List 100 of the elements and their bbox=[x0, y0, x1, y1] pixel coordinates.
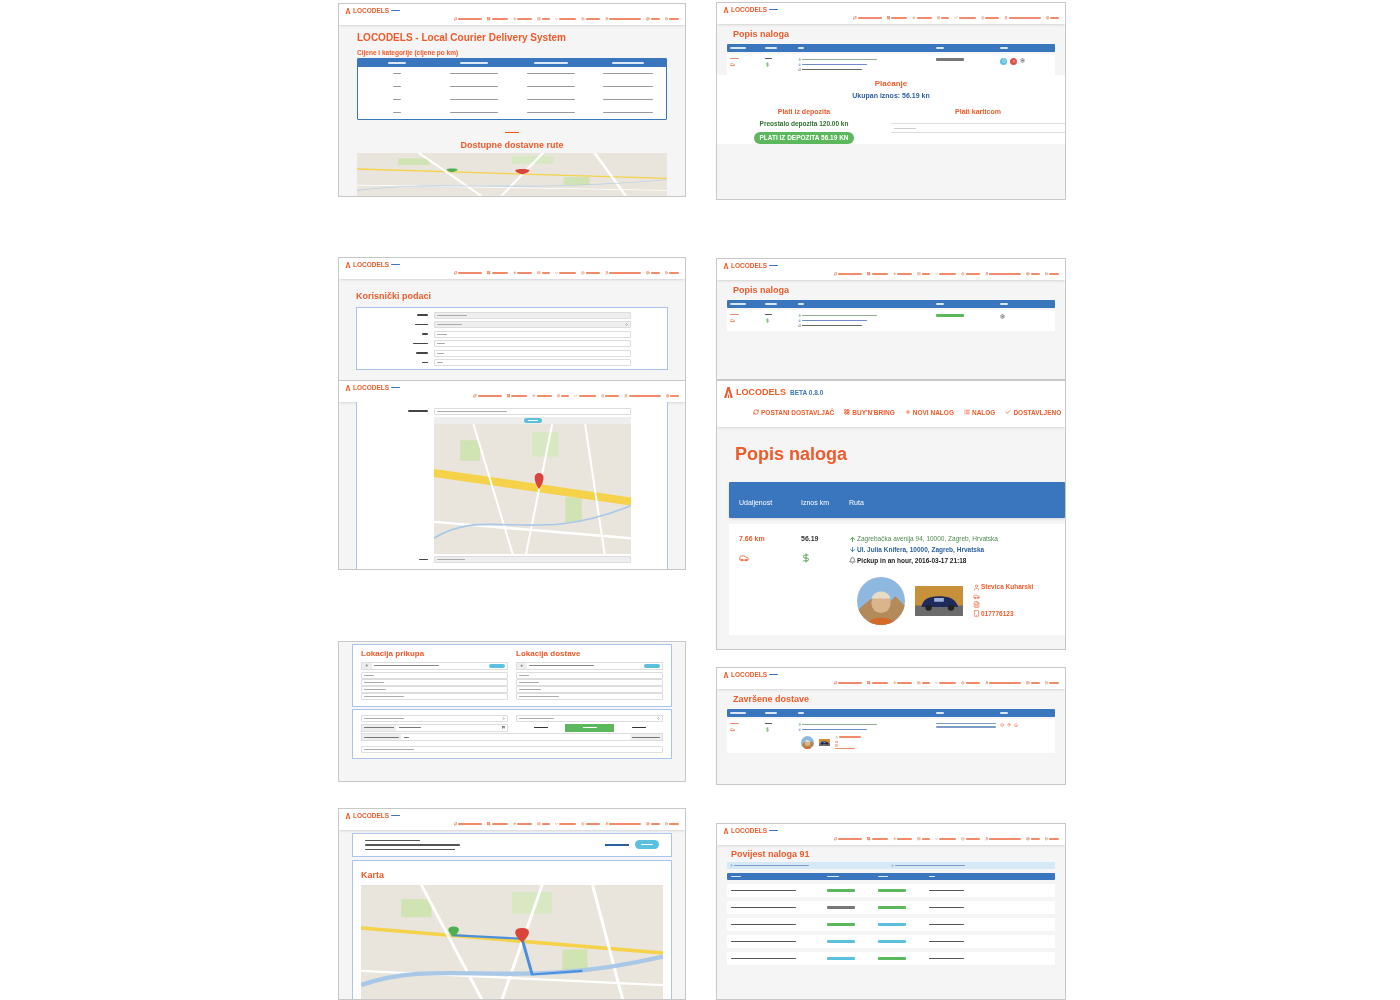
text-line bbox=[529, 665, 594, 666]
input-field[interactable] bbox=[434, 330, 631, 338]
text-line bbox=[669, 823, 679, 825]
text-line bbox=[392, 111, 401, 113]
input-field[interactable] bbox=[361, 672, 508, 679]
text-line bbox=[936, 722, 997, 724]
info-button[interactable] bbox=[1000, 57, 1008, 65]
input-field[interactable] bbox=[516, 672, 663, 679]
reward-field[interactable] bbox=[361, 733, 663, 741]
input-field[interactable] bbox=[516, 679, 663, 686]
text-line bbox=[541, 272, 550, 274]
text-line bbox=[437, 559, 465, 560]
text-line bbox=[765, 313, 773, 315]
text-line bbox=[526, 111, 575, 113]
text-line bbox=[602, 85, 653, 87]
text-line bbox=[797, 303, 804, 305]
text-line bbox=[364, 748, 414, 750]
dollar-icon bbox=[765, 62, 771, 67]
text-line bbox=[871, 682, 888, 684]
input-field[interactable] bbox=[434, 359, 631, 366]
settings-icon[interactable] bbox=[1000, 313, 1006, 319]
text-line bbox=[857, 17, 882, 19]
text-line bbox=[437, 362, 443, 363]
text-line bbox=[989, 838, 1021, 840]
confirm-button[interactable] bbox=[644, 663, 660, 668]
text-line bbox=[416, 352, 428, 354]
text-line bbox=[391, 263, 401, 266]
logo-icon bbox=[723, 262, 729, 269]
address-field[interactable] bbox=[361, 661, 508, 670]
input-field[interactable] bbox=[434, 311, 631, 319]
section-title: Dostupne dostavne rute bbox=[460, 138, 564, 152]
text-line bbox=[519, 718, 554, 719]
text-line bbox=[730, 313, 739, 315]
input-field[interactable] bbox=[361, 693, 508, 700]
text-line bbox=[921, 682, 930, 684]
arrow-down-icon bbox=[797, 62, 802, 66]
text-line bbox=[1049, 273, 1059, 275]
text-line bbox=[1030, 838, 1040, 840]
text-line bbox=[985, 17, 999, 19]
delete-button[interactable] bbox=[1010, 57, 1018, 65]
text-line bbox=[838, 682, 862, 684]
text-line bbox=[802, 63, 868, 65]
input-field[interactable] bbox=[361, 745, 663, 753]
text-line bbox=[838, 273, 862, 275]
info-icon bbox=[1001, 59, 1006, 63]
section-title: Lokacija prikupa bbox=[361, 648, 426, 660]
text-line bbox=[364, 727, 394, 728]
select-field[interactable] bbox=[434, 321, 631, 328]
text-line bbox=[519, 689, 541, 690]
input-field[interactable] bbox=[516, 693, 663, 700]
text-line bbox=[519, 682, 539, 683]
card-number-field[interactable] bbox=[891, 123, 1065, 133]
text-line bbox=[387, 62, 406, 64]
input-field[interactable] bbox=[361, 686, 508, 693]
page-title: Popis naloga bbox=[733, 283, 790, 297]
select-field[interactable] bbox=[361, 715, 508, 722]
text-line bbox=[559, 18, 576, 20]
page-title: Popis naloga bbox=[733, 27, 790, 41]
text-line bbox=[929, 958, 965, 959]
input-field[interactable] bbox=[434, 340, 631, 347]
page-title: Popis naloga bbox=[735, 443, 849, 467]
text-line bbox=[731, 907, 796, 908]
text-line bbox=[609, 272, 641, 274]
confirm-button[interactable] bbox=[489, 663, 505, 668]
text-line bbox=[802, 728, 868, 730]
text-line bbox=[561, 395, 569, 397]
text-line bbox=[364, 736, 399, 738]
text-line bbox=[765, 47, 778, 49]
input-field[interactable] bbox=[434, 349, 631, 357]
input-field[interactable] bbox=[434, 556, 631, 563]
input-field[interactable] bbox=[361, 679, 508, 686]
text-line bbox=[419, 558, 428, 561]
text-line bbox=[631, 727, 646, 728]
text-line bbox=[392, 72, 401, 74]
text-line bbox=[559, 823, 576, 825]
text-line bbox=[458, 823, 482, 825]
text-line bbox=[437, 352, 444, 354]
save-button[interactable] bbox=[635, 840, 659, 850]
text-line bbox=[585, 823, 600, 825]
settings-icon[interactable] bbox=[1020, 57, 1026, 63]
input-field[interactable] bbox=[516, 686, 663, 693]
text-line bbox=[632, 736, 660, 738]
text-line bbox=[449, 85, 498, 87]
arrow-up-icon bbox=[797, 57, 802, 61]
logo-icon bbox=[723, 671, 729, 678]
page-title: Povijest naloga 91 bbox=[731, 847, 811, 861]
address-field[interactable] bbox=[516, 661, 663, 670]
text-line bbox=[731, 958, 796, 959]
text-line bbox=[417, 314, 428, 316]
text-line bbox=[365, 839, 420, 841]
select-field[interactable] bbox=[516, 715, 663, 722]
text-line bbox=[936, 303, 945, 305]
text-line bbox=[669, 272, 679, 274]
confirm-button[interactable] bbox=[523, 417, 542, 423]
date-field[interactable] bbox=[361, 723, 508, 732]
input-field[interactable] bbox=[434, 407, 631, 415]
text-line bbox=[769, 8, 779, 11]
arrow-down-icon bbox=[891, 864, 894, 867]
text-line bbox=[731, 924, 796, 925]
text-line bbox=[958, 17, 976, 19]
